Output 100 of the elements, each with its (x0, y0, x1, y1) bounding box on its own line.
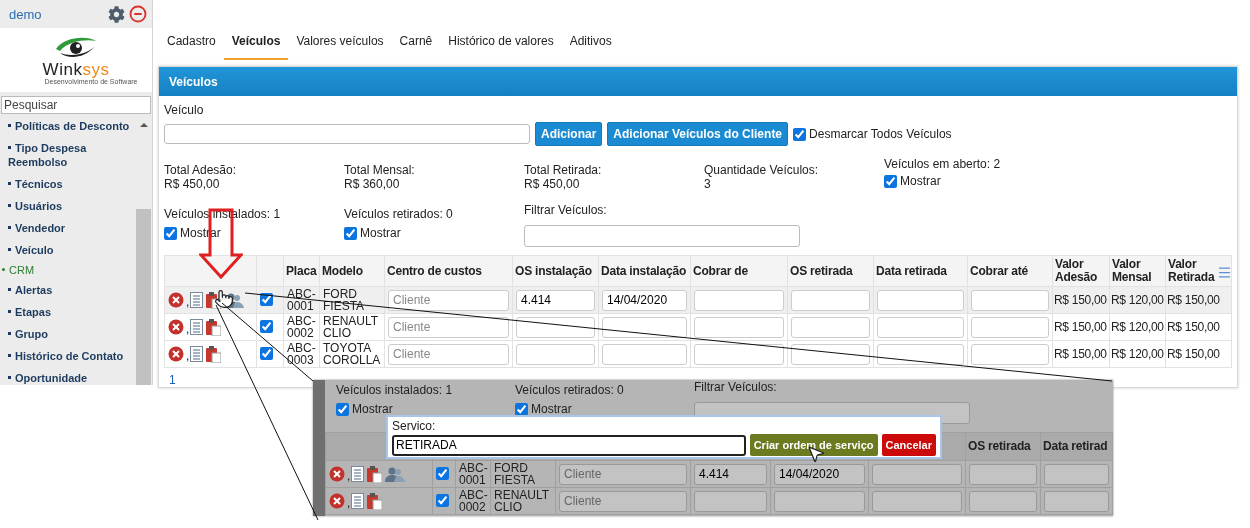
page-link[interactable]: 1 (169, 373, 176, 387)
row-checkbox[interactable] (436, 466, 449, 480)
input-field[interactable] (971, 289, 1049, 311)
os-install-field[interactable]: 4.414 (516, 289, 595, 311)
menu-section[interactable]: CRM (0, 261, 136, 279)
row-checkbox[interactable] (260, 346, 273, 360)
menu-item[interactable]: Etapas (0, 301, 136, 323)
delete-icon[interactable] (329, 493, 345, 509)
show-checkbox[interactable]: Mostrar (336, 402, 393, 416)
menu-item[interactable]: Técnicos (0, 173, 136, 195)
cost-center-field[interactable]: Cliente (559, 463, 687, 485)
menu-item[interactable]: Usuários (0, 195, 136, 217)
table-cell: R$ 150,00 (1167, 347, 1220, 361)
input-field[interactable] (969, 490, 1037, 512)
input-field[interactable] (971, 343, 1049, 365)
tab[interactable]: Histórico de valores (440, 34, 562, 60)
row-checkbox[interactable] (260, 292, 273, 306)
separator-text: , (186, 296, 190, 308)
install-date-field[interactable] (774, 490, 865, 512)
install-date-field[interactable]: 14/04/2020 (602, 289, 687, 311)
input-field[interactable] (791, 343, 870, 365)
input-field[interactable] (694, 289, 784, 311)
input-field[interactable] (1044, 463, 1109, 485)
os-install-field[interactable]: 4.414 (694, 463, 767, 485)
menu-item[interactable]: Veículo (0, 239, 136, 261)
add-button[interactable]: Adicionar Veículos do Cliente (607, 122, 789, 146)
checkbox[interactable] (336, 402, 349, 416)
tab[interactable]: Valores veículos (288, 34, 392, 60)
menu-item[interactable]: Oportunidade (0, 367, 136, 385)
delete-icon[interactable] (329, 466, 345, 482)
row-checkbox[interactable] (260, 319, 273, 333)
os-install-field[interactable] (694, 490, 767, 512)
input-field[interactable] (872, 490, 962, 512)
clipboard-icon[interactable] (206, 318, 222, 336)
user-link[interactable]: demo (9, 6, 42, 22)
input-field[interactable] (877, 343, 964, 365)
input-field[interactable] (694, 343, 784, 365)
delete-icon[interactable] (168, 346, 184, 362)
document-icon[interactable] (190, 319, 204, 335)
input-field[interactable] (877, 289, 964, 311)
menu-item[interactable]: Histórico de Contato (0, 345, 136, 367)
install-date-field[interactable]: 14/04/2020 (774, 463, 865, 485)
cost-center-field[interactable]: Cliente (559, 490, 687, 512)
tab[interactable]: Cadastro (159, 34, 224, 60)
menu-item[interactable]: Tipo Despesa Reembolso (0, 137, 136, 173)
filter-field[interactable] (524, 225, 800, 247)
input-field[interactable] (791, 289, 870, 311)
service-field[interactable]: RETIRADA (392, 434, 746, 456)
input-field[interactable] (971, 316, 1049, 338)
delete-icon[interactable] (168, 319, 184, 335)
document-icon[interactable] (190, 346, 204, 362)
show-checkbox[interactable]: Mostrar (344, 226, 401, 240)
menu-item[interactable]: Vendedor (0, 217, 136, 239)
cost-center-field[interactable]: Cliente (388, 316, 509, 338)
table-cell: R$ 150,00 (1054, 347, 1107, 361)
cost-center-field[interactable]: Cliente (388, 343, 509, 365)
menu-icon[interactable] (1217, 265, 1232, 280)
input-field[interactable] (877, 316, 964, 338)
row-checkbox[interactable] (436, 493, 449, 507)
clipboard-icon[interactable] (367, 492, 383, 510)
tab[interactable]: Veículos (223, 34, 289, 60)
document-icon[interactable] (351, 466, 365, 482)
checkbox[interactable] (793, 127, 807, 141)
settings-icon[interactable] (108, 5, 125, 23)
show-checkbox[interactable]: Mostrar (884, 174, 941, 188)
create-order-button[interactable]: Criar ordem de serviço (749, 434, 878, 456)
search-field[interactable]: Pesquisar (1, 96, 151, 114)
input-field[interactable] (969, 463, 1037, 485)
os-install-field[interactable] (516, 316, 595, 338)
checkbox[interactable] (164, 226, 177, 240)
input-field[interactable] (694, 316, 784, 338)
add-button[interactable]: Adicionar (535, 122, 603, 146)
menu-item[interactable]: Alertas (0, 279, 136, 301)
clipboard-icon[interactable] (206, 345, 222, 363)
input-field[interactable] (872, 463, 962, 485)
install-date-field[interactable] (602, 316, 687, 338)
delete-icon[interactable] (168, 292, 184, 308)
tab[interactable]: Aditivos (561, 34, 620, 60)
table-cell: R$ 150,00 (1167, 320, 1220, 334)
logout-icon[interactable] (129, 5, 147, 23)
clipboard-icon[interactable] (367, 465, 383, 483)
cancel-button[interactable]: Cancelar (881, 434, 936, 456)
input-field[interactable] (1044, 490, 1109, 512)
cost-center-field[interactable]: Cliente (388, 289, 509, 311)
uncheck-all-checkbox[interactable]: Desmarcar Todos Veículos (793, 127, 952, 141)
install-date-field[interactable] (602, 343, 687, 365)
menu-item[interactable]: Grupo (0, 323, 136, 345)
checkbox[interactable] (884, 174, 897, 188)
tab[interactable]: Carnê (391, 34, 441, 60)
show-checkbox[interactable]: Mostrar (515, 402, 572, 416)
count-label: Veículos em aberto: 2 (884, 157, 1001, 171)
checkbox[interactable] (344, 226, 357, 240)
checkbox[interactable] (515, 402, 528, 416)
vehicle-field[interactable] (164, 124, 530, 144)
document-icon[interactable] (351, 493, 365, 509)
os-install-field[interactable] (516, 343, 595, 365)
column-header: OS retirada (790, 263, 853, 278)
menu-item[interactable]: Políticas de Desconto (0, 115, 136, 137)
column-header: OS instalação (515, 263, 592, 278)
input-field[interactable] (791, 316, 870, 338)
